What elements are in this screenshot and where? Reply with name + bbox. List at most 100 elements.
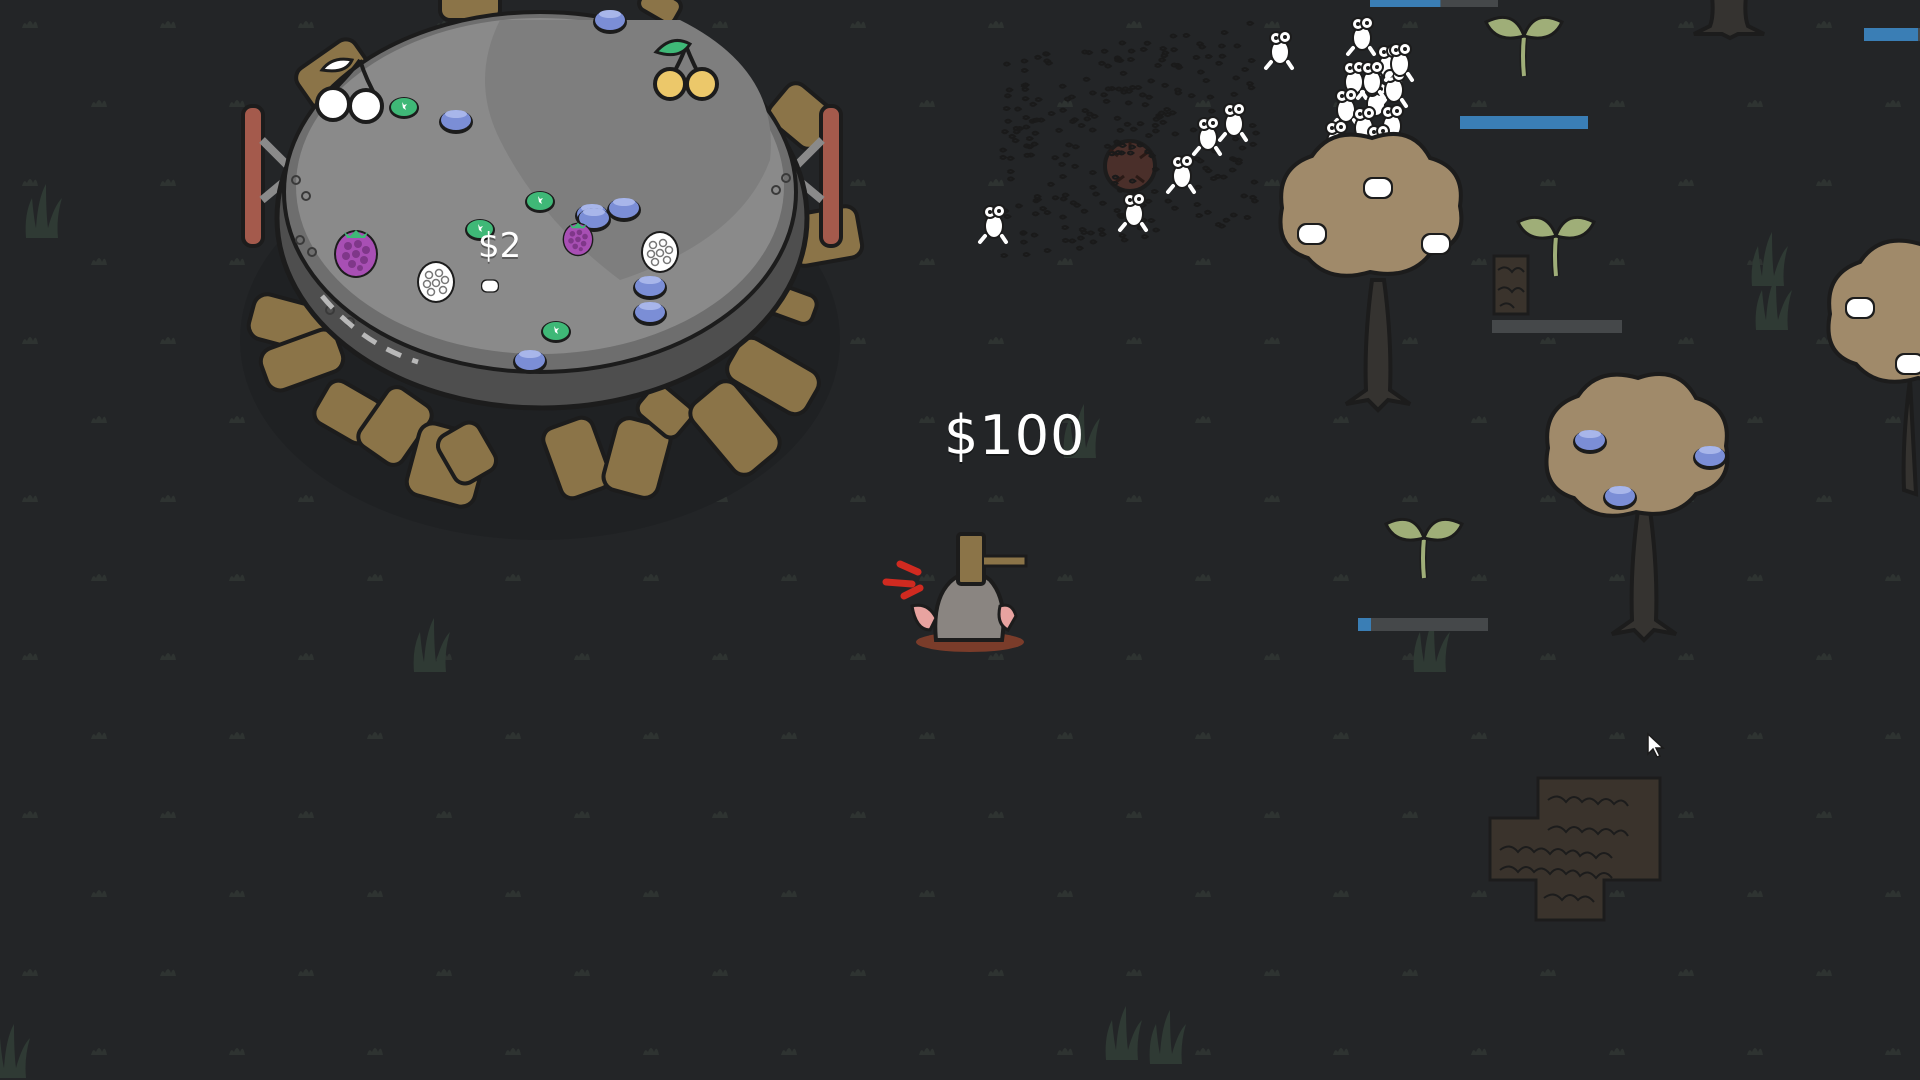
dust-speck xyxy=(1240,193,1249,199)
dust-speck xyxy=(1154,62,1163,68)
grass-tuft-icon xyxy=(1195,1048,1211,1055)
grass-tuft-icon xyxy=(919,416,935,423)
grass-tuft-icon xyxy=(1057,574,1073,581)
dust-speck xyxy=(1129,126,1139,132)
dust-speck xyxy=(1124,100,1133,106)
grass-tuft-icon xyxy=(1678,653,1694,660)
dust-speck xyxy=(1218,53,1227,59)
grass-tuft-icon xyxy=(298,495,314,502)
grass-tuft-icon xyxy=(850,811,866,818)
grass-tuft-icon xyxy=(505,574,521,581)
grass-tuft-icon xyxy=(988,653,1004,660)
white-critter-icon[interactable] xyxy=(1118,191,1148,232)
grass-tuft-icon xyxy=(160,337,176,344)
dust-speck xyxy=(1080,229,1089,235)
edge-tree[interactable] xyxy=(1826,237,1920,497)
dust-speck xyxy=(1047,181,1056,187)
dust-speck xyxy=(1159,46,1168,52)
grass-tuft-icon xyxy=(1471,100,1487,107)
dust-speck xyxy=(1089,239,1098,245)
thorn-bush[interactable] xyxy=(1492,254,1530,316)
white-critter-icon[interactable] xyxy=(978,203,1008,244)
grass-tuft-icon xyxy=(1816,179,1832,186)
cloud-tree[interactable] xyxy=(1278,131,1464,413)
blueberry-icon xyxy=(513,350,547,374)
grass-tuft-icon xyxy=(505,732,521,739)
dust-speck xyxy=(1126,57,1136,62)
dust-speck xyxy=(1207,108,1217,114)
thorn-bush[interactable] xyxy=(1488,776,1662,922)
progress-track xyxy=(1358,618,1488,631)
dust-speck xyxy=(1222,217,1231,223)
dust-speck xyxy=(1202,165,1211,171)
white-critter-icon[interactable] xyxy=(1192,115,1222,156)
grass-tuft-icon xyxy=(1264,495,1280,502)
game-scene[interactable] xyxy=(0,0,1920,1080)
green-gem-icon xyxy=(389,97,419,119)
progress-bar xyxy=(1460,116,1588,129)
grass-tuft-icon xyxy=(1471,1048,1487,1055)
dust-speck xyxy=(1157,110,1167,116)
grass-tuft-icon xyxy=(1816,969,1832,976)
grass-tuft-icon xyxy=(1816,811,1832,818)
dust-speck xyxy=(1012,125,1021,131)
blueberry-tree[interactable] xyxy=(1544,371,1730,643)
grass-tuft-icon xyxy=(919,890,935,897)
grass-tuft-icon xyxy=(1885,574,1901,581)
white-critter-icon[interactable] xyxy=(1346,15,1376,56)
progress-fill xyxy=(1864,28,1918,41)
grass-tuft-icon xyxy=(1471,574,1487,581)
grass-tuft-icon xyxy=(712,969,728,976)
dust-speck xyxy=(1120,89,1129,95)
dust-speck xyxy=(1161,82,1170,88)
grass-tuft-icon xyxy=(1126,969,1142,976)
grass-tuft-icon xyxy=(988,811,1004,818)
dust-speck xyxy=(1231,136,1240,142)
grass-tuft-icon xyxy=(1885,100,1901,107)
dust-speck xyxy=(1047,111,1056,116)
dust-speck xyxy=(1080,208,1089,214)
dust-speck xyxy=(1058,161,1067,167)
dust-speck xyxy=(1159,119,1168,125)
dust-speck xyxy=(1195,213,1204,218)
sprout-icon[interactable] xyxy=(1386,519,1462,578)
dust-speck xyxy=(1147,78,1156,84)
progress-bar xyxy=(1864,28,1920,41)
blueberry-icon xyxy=(1573,430,1607,454)
dust-speck xyxy=(1243,214,1252,220)
white-blob-icon xyxy=(1297,223,1327,245)
dust-speck xyxy=(1139,46,1148,52)
white-critter-icon[interactable] xyxy=(1166,153,1196,194)
grass-tuft-icon xyxy=(850,337,866,344)
sprout-icon[interactable] xyxy=(1486,17,1562,76)
dust-speck xyxy=(1006,176,1016,182)
white-critter-icon[interactable] xyxy=(1330,87,1360,128)
mole-with-hammer-icon[interactable] xyxy=(882,532,1028,652)
grass-tuft-icon xyxy=(160,179,176,186)
white-critter-icon[interactable] xyxy=(1218,101,1248,142)
dust-speck xyxy=(1051,195,1060,201)
dust-speck xyxy=(1085,50,1094,56)
dust-speck xyxy=(1022,115,1031,121)
grass-tuft-icon xyxy=(850,495,866,502)
raspberry-icon xyxy=(334,230,378,278)
cauldron-station[interactable] xyxy=(240,0,865,540)
dust-speck xyxy=(1238,145,1247,151)
dust-speck xyxy=(1071,163,1080,169)
dust-speck xyxy=(1147,218,1156,223)
grass-tuft-icon xyxy=(1471,258,1487,265)
dust-speck xyxy=(1043,58,1052,64)
grass-tuft-icon xyxy=(160,495,176,502)
dust-speck xyxy=(1023,152,1032,158)
grass-tuft-icon xyxy=(988,179,1004,186)
dust-speck xyxy=(999,154,1008,160)
dust-speck xyxy=(1076,235,1086,241)
dust-speck xyxy=(1241,67,1250,72)
grass-tuft-icon xyxy=(91,1048,107,1055)
dust-speck xyxy=(1051,155,1060,161)
dust-speck xyxy=(1021,86,1030,92)
white-critter-icon[interactable] xyxy=(1264,29,1294,70)
dust-speck xyxy=(1006,155,1015,161)
grass-tuft-icon xyxy=(781,1048,797,1055)
dust-speck xyxy=(1030,232,1039,238)
